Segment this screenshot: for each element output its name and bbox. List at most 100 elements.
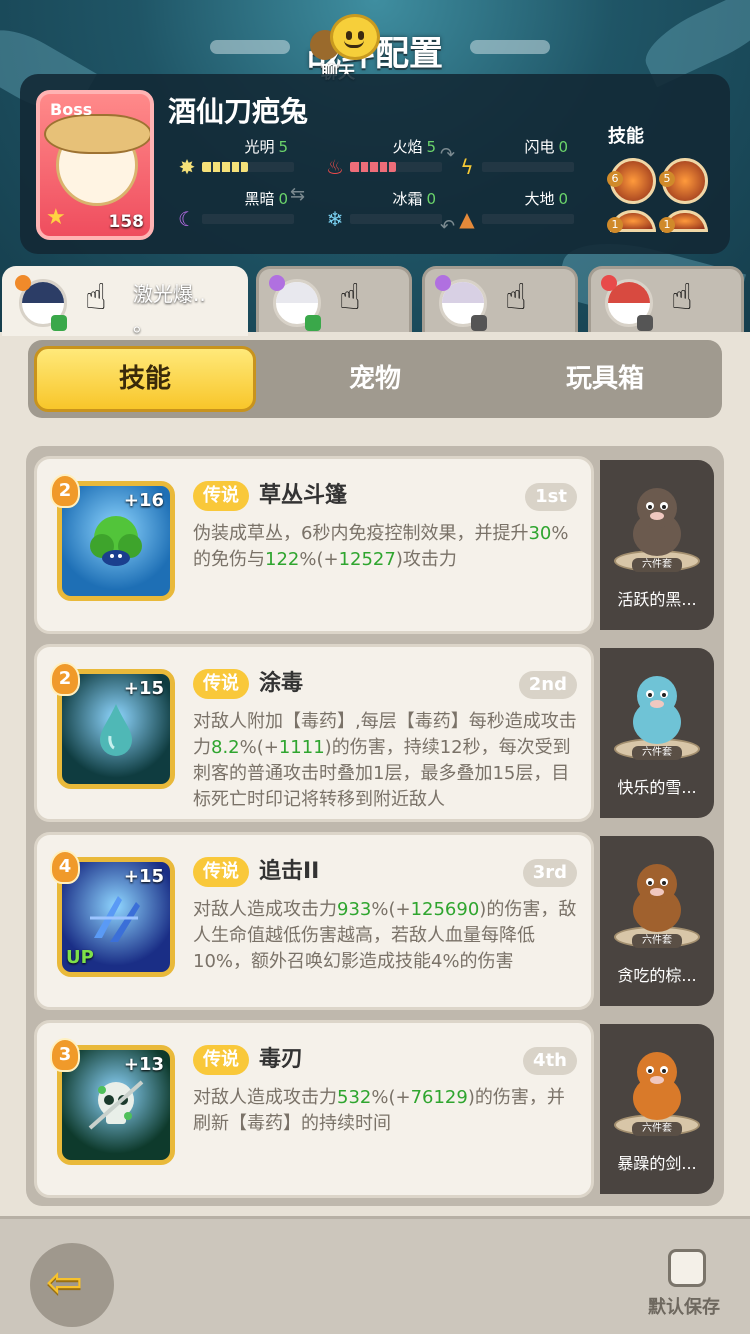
desc-text: %(+ — [299, 549, 339, 570]
element-bar-divider — [405, 162, 408, 172]
skill-card[interactable]: 3 +13 传说 毒刃 4th 对敌人造成攻击力532%(+76129)的伤害，… — [34, 1020, 594, 1198]
character-tab[interactable]: ☝ — [588, 266, 744, 332]
pet-slot[interactable]: 六件套 暴躁的剑... — [600, 1024, 714, 1194]
skill-card[interactable]: 2 +15 传说 涂毒 2nd 对敌人附加【毒药】,每层【毒药】每秒造成攻击力8… — [34, 644, 594, 822]
skill-drop-icon — [88, 700, 144, 758]
element-bar-divider — [500, 162, 503, 172]
element-label: 大地 0 — [524, 190, 568, 208]
element-bar-divider — [211, 162, 214, 172]
element-bar-fill — [350, 162, 396, 172]
skill-rank-tag: 4th — [523, 1047, 577, 1075]
boss-name: 酒仙刀疤兔 — [168, 95, 309, 128]
skill-level-badge: 4 — [50, 850, 80, 884]
desc-text: %(+ — [371, 1087, 411, 1108]
element-bar — [350, 162, 442, 172]
skill-up-badge: UP — [66, 947, 94, 968]
tap-hand-icon: ☝ — [671, 277, 693, 318]
desc-text: 伪装成草丛，6秒内免疫控制效果，并提升 — [193, 523, 529, 544]
skill-icon[interactable]: 4 +15 UP — [50, 850, 175, 977]
element-bar-divider — [238, 214, 241, 224]
element-bar — [202, 162, 294, 172]
status-badge-icon — [51, 315, 67, 331]
skill-row[interactable]: 2 +15 传说 涂毒 2nd 对敌人附加【毒药】,每层【毒药】每秒造成攻击力8… — [34, 644, 714, 822]
pet-slot[interactable]: 六件套 活跃的黑... — [600, 460, 714, 630]
category-tabs: 技能 宠物 玩具箱 — [28, 340, 722, 418]
back-button[interactable]: ⇦ — [30, 1243, 114, 1327]
element-bar-divider — [564, 162, 567, 172]
highlight-value: 532 — [337, 1087, 372, 1108]
cycle-arrow-icon: ↷ — [440, 144, 456, 165]
character-tab[interactable]: ☝ 激光爆.. 。 — [2, 266, 248, 336]
skill-description: 对敌人造成攻击力532%(+76129)的伤害，并刷新【毒药】的持续时间 — [193, 1085, 581, 1137]
element-label: 火焰 5 — [392, 138, 436, 156]
highlight-value: 122 — [265, 549, 300, 570]
element-bar-divider — [229, 162, 232, 172]
element-bar-divider — [396, 214, 398, 224]
pet-slot[interactable]: 六件套 快乐的雪... — [600, 648, 714, 818]
boss-skill-icon[interactable]: 1 — [607, 210, 656, 233]
element-bar-divider — [284, 162, 287, 172]
skill-description: 伪装成草丛，6秒内免疫控制效果，并提升30%的免伤与122%(+12527)攻击… — [193, 521, 581, 573]
desc-text: 对敌人造成攻击力 — [193, 1087, 337, 1108]
element-bar-divider — [211, 214, 214, 224]
skill-card[interactable]: 2 +16 传说 草丛斗篷 1st 伪装成草丛，6秒内免疫控制效果，并提升30%… — [34, 456, 594, 634]
pet-name: 贪吃的棕... — [617, 966, 697, 985]
pet-figure-icon — [624, 668, 690, 748]
element-label: 冰霜 0 — [392, 190, 436, 208]
skill-card[interactable]: 4 +15 UP 传说 追击II 3rd 对敌人造成攻击力933%(+12569… — [34, 832, 594, 1010]
boss-portrait-card[interactable]: Boss ★ 158 — [36, 90, 154, 240]
tab-pets[interactable]: 宠物 — [264, 346, 486, 412]
character-skill-label: 激光爆.. 。 — [133, 282, 206, 336]
element-bar-divider — [396, 162, 398, 172]
pet-figure-icon — [624, 856, 690, 936]
element-badge-icon — [601, 275, 617, 291]
pet-name: 活跃的黑... — [617, 590, 697, 609]
skill-icon[interactable]: 2 +16 — [50, 474, 175, 601]
status-badge-icon — [305, 315, 321, 331]
boss-skill-icon[interactable]: 5 — [659, 158, 708, 204]
rarity-badge: 传说 — [193, 1045, 249, 1075]
mountain-icon: ▲ — [459, 207, 475, 231]
skill-list: 2 +16 传说 草丛斗篷 1st 伪装成草丛，6秒内免疫控制效果，并提升30%… — [26, 446, 724, 1206]
element-bar-divider — [257, 162, 260, 172]
tab-skills[interactable]: 技能 — [34, 346, 256, 412]
desc-text: %(+ — [239, 737, 279, 758]
element-bar-divider — [405, 214, 408, 224]
highlight-value: 1111 — [278, 737, 325, 758]
element-bar-divider — [386, 214, 389, 224]
element-bar-divider — [275, 162, 278, 172]
element-bar-divider — [537, 214, 540, 224]
element-badge-icon — [15, 275, 31, 291]
character-tab[interactable]: ☝ — [422, 266, 578, 332]
element-bar-divider — [377, 214, 380, 224]
element-bar-divider — [248, 162, 250, 172]
tab-toybox[interactable]: 玩具箱 — [494, 346, 716, 412]
element-bar-divider — [564, 214, 567, 224]
pet-figure-icon — [624, 480, 690, 560]
skill-row[interactable]: 4 +15 UP 传说 追击II 3rd 对敌人造成攻击力933%(+12569… — [34, 832, 714, 1010]
element-bar-divider — [546, 214, 549, 224]
desc-text: )攻击力 — [395, 549, 457, 570]
moon-icon: ☾ — [178, 207, 196, 231]
skill-dash-icon — [88, 888, 144, 946]
element-bar-divider — [555, 162, 558, 172]
skill-rank-tag: 1st — [525, 483, 577, 511]
highlight-value: 76129 — [410, 1087, 468, 1108]
pet-slot[interactable]: 六件套 贪吃的棕... — [600, 836, 714, 1006]
skill-row[interactable]: 3 +13 传说 毒刃 4th 对敌人造成攻击力532%(+76129)的伤害，… — [34, 1020, 714, 1198]
boss-skill-icon[interactable]: 1 — [659, 210, 708, 233]
highlight-value: 125690 — [410, 899, 480, 920]
element-bar-divider — [528, 214, 530, 224]
default-save-checkbox[interactable] — [668, 1249, 706, 1287]
element-bar — [482, 214, 574, 224]
character-tab[interactable]: ☝ — [256, 266, 412, 332]
skill-row[interactable]: 2 +16 传说 草丛斗篷 1st 伪装成草丛，6秒内免疫控制效果，并提升30%… — [34, 456, 714, 634]
element-bar-divider — [266, 162, 269, 172]
skill-icon[interactable]: 3 +13 — [50, 1038, 175, 1165]
highlight-value: 12527 — [338, 549, 396, 570]
boss-tag: Boss — [50, 100, 93, 119]
skill-icon[interactable]: 2 +15 — [50, 662, 175, 789]
boss-skill-icon[interactable]: 6 — [607, 158, 656, 204]
skill-level-badge: 3 — [50, 1038, 80, 1072]
element-bar-divider — [368, 214, 371, 224]
